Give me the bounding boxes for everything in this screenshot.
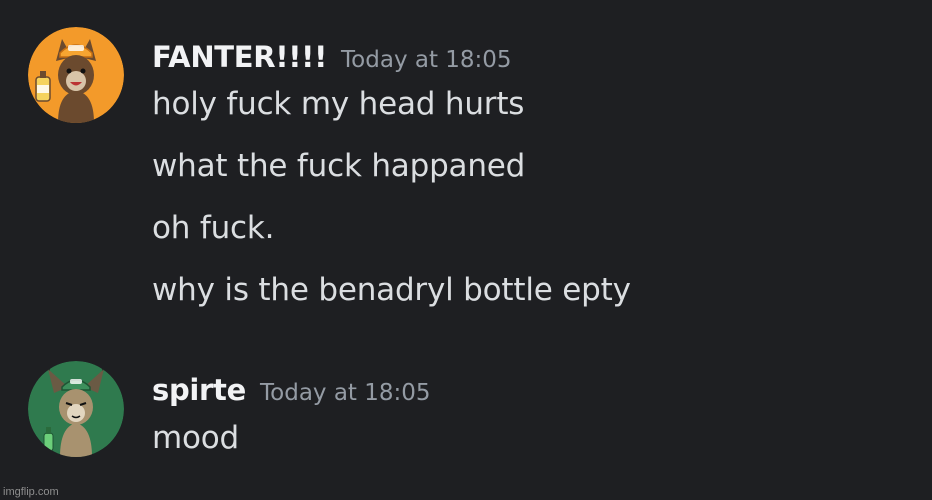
username[interactable]: spirte bbox=[152, 373, 246, 407]
message-text: why is the benadryl bottle epty bbox=[152, 272, 631, 308]
message-text: what the fuck happaned bbox=[152, 148, 526, 184]
watermark: imgflip.com bbox=[3, 486, 59, 498]
user-avatar[interactable] bbox=[28, 27, 124, 123]
user-avatar[interactable] bbox=[28, 361, 124, 457]
orange-cat-fanta-avatar-icon bbox=[28, 27, 124, 123]
message-text: mood bbox=[152, 420, 240, 456]
timestamp: Today at 18:05 bbox=[260, 380, 431, 406]
timestamp: Today at 18:05 bbox=[341, 47, 512, 73]
message-header: FANTER!!!! Today at 18:05 bbox=[152, 40, 512, 74]
message-text: oh fuck. bbox=[152, 210, 275, 246]
username[interactable]: FANTER!!!! bbox=[152, 40, 327, 74]
message-text: holy fuck my head hurts bbox=[152, 86, 525, 122]
green-cat-sprite-avatar-icon bbox=[28, 361, 124, 457]
message-header: spirte Today at 18:05 bbox=[152, 373, 431, 407]
